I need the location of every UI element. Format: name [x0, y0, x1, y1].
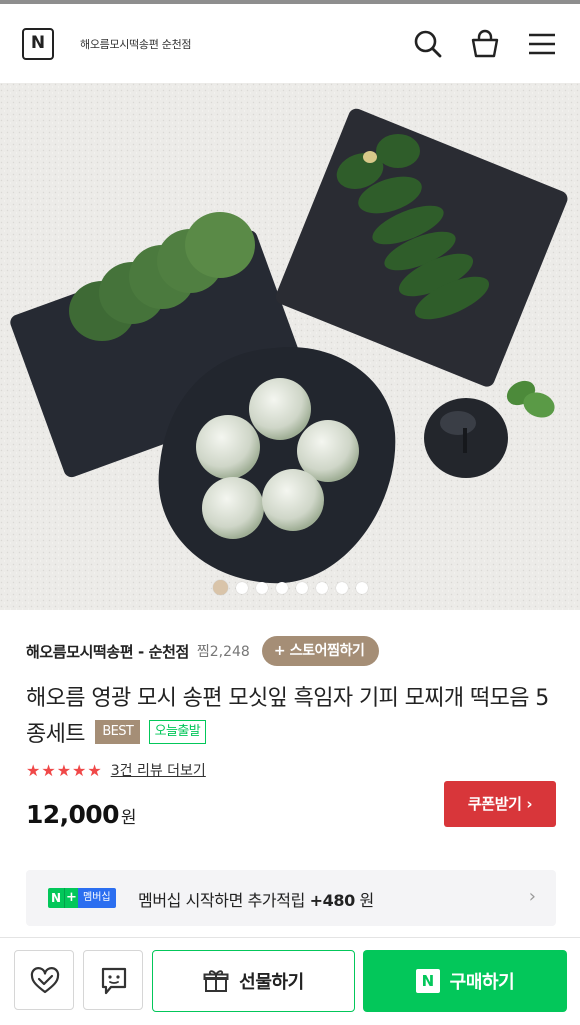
talk-button[interactable] [83, 950, 143, 1010]
coupon-button[interactable]: 쿠폰받기 › [444, 781, 556, 827]
naver-plus-membership-badge: N + 멤버십 [48, 888, 116, 908]
heart-check-icon [30, 967, 60, 994]
zzim-count: 찜2,248 [196, 644, 250, 660]
rating-row: ★★★★★ 3건 리뷰 더보기 [26, 760, 206, 780]
pagination-dot[interactable] [235, 581, 248, 594]
store-zzim-button[interactable]: + 스토어찜하기 [261, 636, 379, 666]
header: N 해오름모시떡송편 순천점 [0, 4, 580, 83]
review-link[interactable]: 3건 리뷰 더보기 [111, 760, 206, 780]
pagination-dot[interactable] [295, 581, 308, 594]
buy-button[interactable]: N 구매하기 [363, 950, 567, 1012]
naver-pay-logo: N [415, 969, 440, 993]
price-unit: 원 [120, 808, 137, 828]
badge-n: N [48, 888, 64, 908]
product-photo-illustration [0, 83, 580, 610]
price: 12,000 원 [26, 800, 137, 829]
today-shipping-badge: 오늘출발 [148, 720, 207, 744]
best-badge: BEST [95, 720, 141, 744]
store-name-link[interactable]: 해오름모시떡송편 - 순천점 [26, 641, 189, 662]
header-store-name[interactable]: 해오름모시떡송편 순천점 [80, 36, 192, 52]
store-row: 해오름모시떡송편 - 순천점 찜2,248 + 스토어찜하기 [26, 636, 379, 666]
wishlist-button[interactable] [14, 950, 74, 1010]
badge-plus: + [64, 888, 78, 908]
product-title: 해오름 영광 모시 송편 모싯잎 흑임자 기피 모찌개 떡모음 5종세트 BES… [26, 681, 561, 753]
cart-icon[interactable] [469, 28, 501, 60]
gift-icon [203, 970, 229, 992]
badge-text: 멤버십 [78, 888, 116, 908]
bottom-action-bar: 선물하기 N 구매하기 [0, 937, 580, 1025]
pagination-dot[interactable] [275, 581, 288, 594]
membership-text-prefix: 멤버십 시작하면 추가적립 [138, 891, 305, 910]
membership-reward: +480 [309, 891, 356, 910]
pagination-dot[interactable] [355, 581, 368, 594]
pagination-dot[interactable] [255, 581, 268, 594]
membership-banner[interactable]: N + 멤버십 멤버십 시작하면 추가적립 +480 원 › [26, 870, 556, 926]
price-value: 12,000 [26, 800, 119, 829]
gift-button[interactable]: 선물하기 [152, 950, 355, 1012]
product-image[interactable] [0, 83, 580, 610]
talk-chat-icon [101, 967, 127, 995]
buy-label: 구매하기 [449, 972, 515, 993]
membership-text: 멤버십 시작하면 추가적립 +480 원 [138, 887, 374, 911]
naver-logo[interactable]: N [22, 28, 54, 60]
image-pagination [0, 577, 580, 595]
pagination-dot[interactable] [212, 580, 228, 595]
search-icon[interactable] [412, 28, 444, 60]
star-rating: ★★★★★ [26, 760, 103, 780]
membership-reward-unit: 원 [359, 891, 375, 910]
pagination-dot[interactable] [335, 581, 348, 594]
gift-label: 선물하기 [239, 972, 304, 993]
pagination-dot[interactable] [315, 581, 328, 594]
menu-icon[interactable] [526, 28, 558, 60]
chevron-right-icon: › [528, 886, 536, 907]
